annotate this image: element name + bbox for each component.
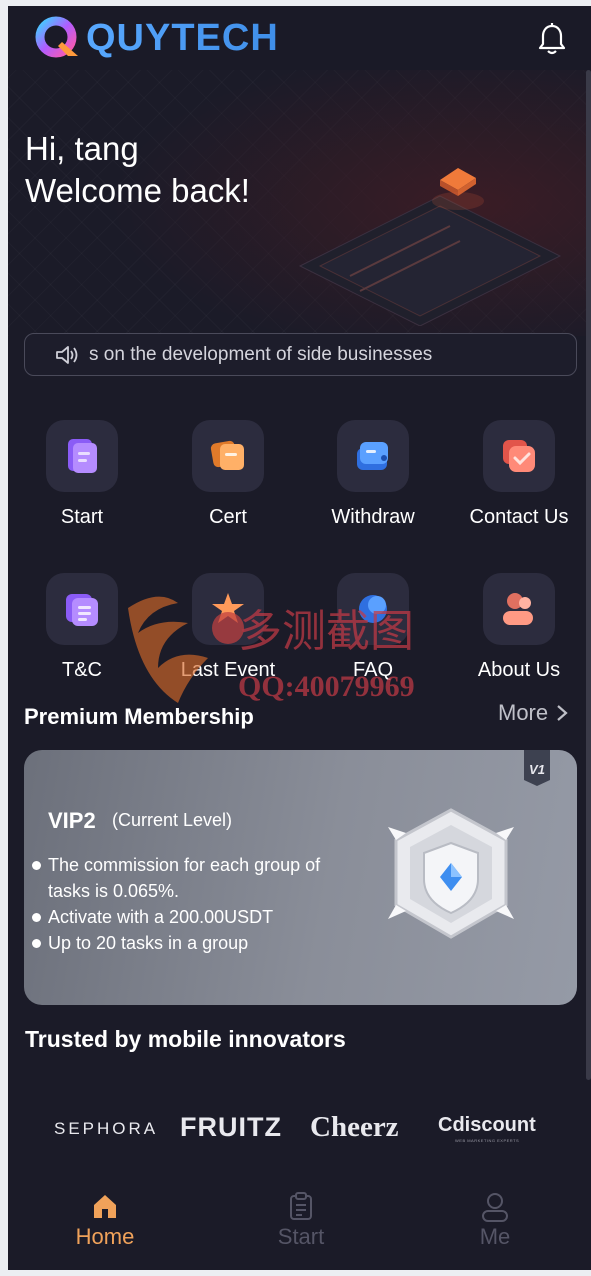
brand-logo[interactable]: QUYTECH: [34, 16, 279, 60]
top-bar: QUYTECH: [8, 6, 591, 70]
vip-current-label: (Current Level): [112, 810, 233, 830]
menu-icon-box: [337, 420, 409, 492]
level-badge-icon: V1: [524, 750, 550, 786]
greeting-name: Hi, tang: [25, 130, 139, 167]
bell-icon[interactable]: [538, 22, 566, 56]
vip-benefits: The commission for each group of tasks i…: [32, 852, 352, 956]
menu-label: Withdraw: [331, 506, 415, 528]
chevron-right-icon: [557, 705, 568, 721]
brand-name: QUYTECH: [86, 16, 279, 59]
brand-cdiscount: Cdiscount: [438, 1114, 536, 1136]
greeting-welcome: Welcome back!: [25, 172, 250, 209]
tab-label: Me: [479, 1224, 511, 1249]
home-icon: [94, 1195, 116, 1218]
menu-icon-box: [46, 573, 118, 645]
user-icon: [482, 1193, 508, 1222]
menu-label: Start: [60, 506, 104, 528]
tab-label: Home: [75, 1224, 135, 1249]
logo-icon: [35, 16, 78, 58]
brand-cheerz: Cheerz: [310, 1111, 399, 1143]
announcement-marquee[interactable]: s on the development of side businesses: [24, 333, 577, 376]
brand-fruitz: FRUITZ: [180, 1112, 282, 1142]
people-icon: [503, 593, 533, 625]
menu-terms[interactable]: T&C: [9, 573, 155, 693]
tab-home[interactable]: Home: [45, 1178, 165, 1270]
faq-icon: [359, 595, 387, 623]
wallet-icon: [357, 442, 388, 470]
brand-cdiscount-tagline: WEB MARKETING EXPERTS: [455, 1138, 520, 1143]
section-title-trusted: Trusted by mobile innovators: [25, 1026, 346, 1052]
level-badge-text: V1: [529, 762, 545, 777]
event-icon: [212, 593, 244, 623]
tab-start[interactable]: Start: [241, 1178, 361, 1270]
more-label: More: [498, 700, 549, 725]
menu-icon-box: [337, 573, 409, 645]
menu-label: Last Event: [180, 659, 276, 681]
announcement-text: s on the development of side businesses: [89, 343, 433, 365]
menu-about-us[interactable]: About Us: [446, 573, 591, 693]
more-link[interactable]: More: [498, 700, 570, 726]
terms-icon: [66, 594, 98, 626]
vip-card[interactable]: V1 VIP2 (Current Level) The commission f…: [24, 750, 577, 1005]
section-title-membership: Premium Membership: [24, 704, 254, 729]
menu-label: Cert: [209, 506, 247, 528]
vip-level: VIP2: [48, 808, 96, 833]
menu-last-event[interactable]: Last Event: [155, 573, 301, 693]
menu-label: Contact Us: [469, 506, 569, 528]
greeting: Hi, tang Welcome back!: [25, 128, 250, 212]
app-screen: Hi, tang Welcome back! QUYTECH s on the …: [8, 6, 591, 1270]
phone-illustration: [298, 168, 562, 326]
shield-badge-icon: [388, 808, 514, 939]
benefit-item: Up to 20 tasks in a group: [32, 930, 352, 956]
menu-contact-us[interactable]: Contact Us: [446, 420, 591, 540]
menu-withdraw[interactable]: Withdraw: [300, 420, 446, 540]
tab-me[interactable]: Me: [435, 1178, 555, 1270]
document-icon: [68, 439, 97, 473]
bottom-tab-bar: Home Start Me: [8, 1178, 591, 1270]
brand-logos: SEPHORA FRUITZ Cheerz Cdiscount WEB MARK…: [8, 1110, 591, 1150]
certificate-icon: [210, 440, 244, 470]
menu-faq[interactable]: FAQ: [300, 573, 446, 693]
menu-icon-box: [46, 420, 118, 492]
chat-icon: [503, 440, 535, 472]
menu-icon-box: [192, 420, 264, 492]
benefit-item: Activate with a 200.00USDT: [32, 904, 352, 930]
speaker-icon: [56, 345, 78, 364]
clipboard-icon: [290, 1192, 312, 1220]
menu-label: FAQ: [352, 659, 393, 681]
menu-label: T&C: [62, 659, 102, 681]
menu-start[interactable]: Start: [9, 420, 155, 540]
menu-icon-box: [483, 573, 555, 645]
scrollbar[interactable]: [586, 70, 591, 1080]
brand-sephora: SEPHORA: [54, 1119, 159, 1138]
menu-cert[interactable]: Cert: [155, 420, 301, 540]
tab-label: Start: [277, 1224, 325, 1249]
menu-icon-box: [192, 573, 264, 645]
menu-label: About Us: [477, 659, 561, 681]
menu-icon-box: [483, 420, 555, 492]
benefit-item: The commission for each group of tasks i…: [32, 852, 352, 904]
